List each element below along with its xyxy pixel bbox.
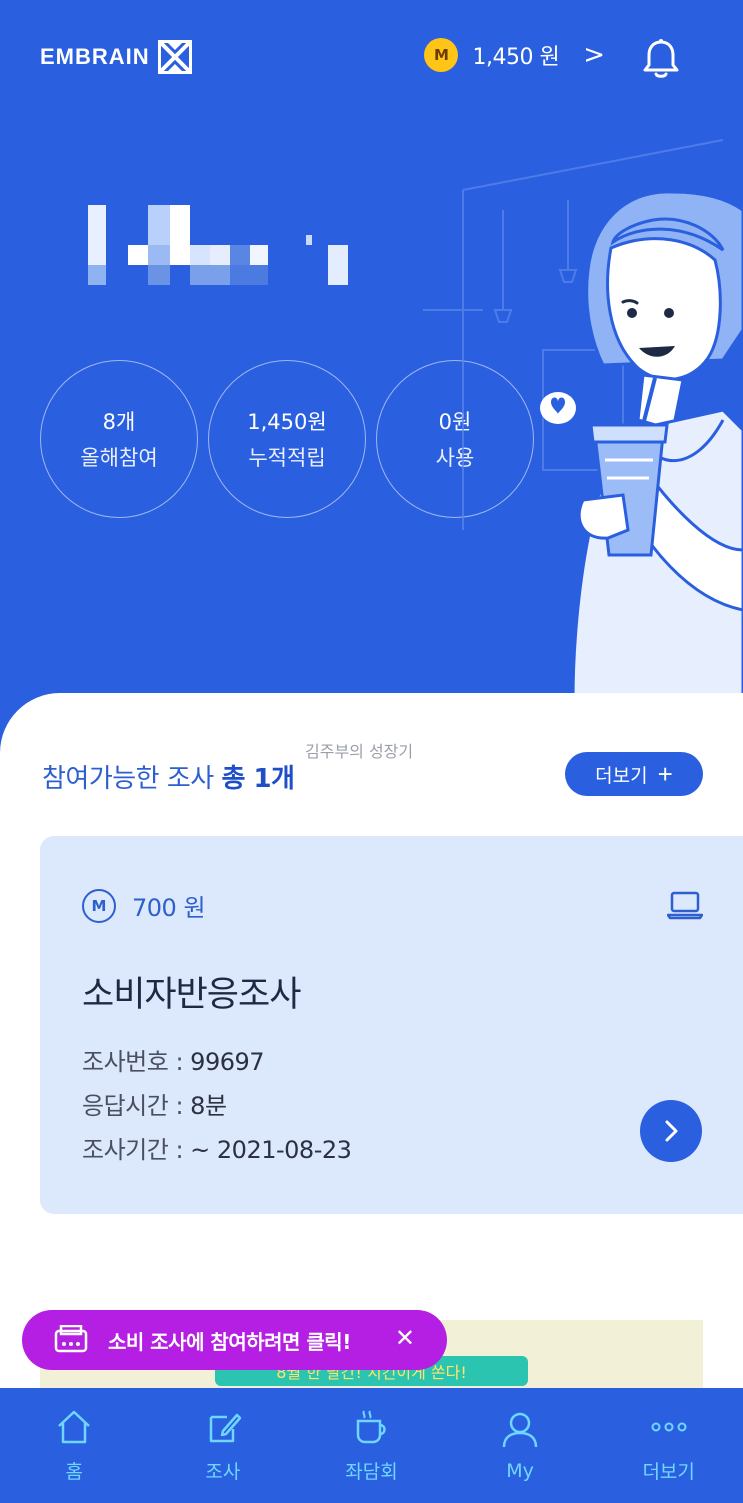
nav-my[interactable]: My xyxy=(446,1388,595,1503)
stat-value: 1,450원 xyxy=(247,410,327,434)
hero-section: EMBRAIN M 1,450 원 > 8개 올해참여 1,450원 누적적립 … xyxy=(0,0,743,760)
nav-label: 조사 xyxy=(205,1461,241,1483)
meta-value: ~ 2021-08-23 xyxy=(190,1136,352,1164)
stat-value: 8개 xyxy=(102,410,136,434)
reward-amount: 700 원 xyxy=(132,894,206,922)
participate-toast[interactable]: 소비 조사에 참여하려면 클릭! ✕ xyxy=(22,1310,447,1370)
more-icon xyxy=(651,1422,687,1432)
heading-count: 총 1개 xyxy=(221,764,295,794)
nav-more[interactable]: 더보기 xyxy=(594,1388,743,1503)
survey-period: 조사기간 : ~ 2021-08-23 xyxy=(82,1130,352,1165)
survey-icon xyxy=(209,1413,242,1443)
more-surveys-button[interactable]: 더보기 + xyxy=(565,752,703,796)
nav-survey[interactable]: 조사 xyxy=(149,1388,298,1503)
nav-label: My xyxy=(506,1459,534,1482)
notification-button[interactable] xyxy=(641,38,681,84)
watermark-text: 김주부의 성장기 xyxy=(305,742,414,761)
survey-duration: 응답시간 : 8분 xyxy=(82,1086,227,1121)
laptop-icon xyxy=(667,891,703,920)
nav-roundtable[interactable]: 좌담회 xyxy=(297,1388,446,1503)
heading-text: 참여가능한 조사 xyxy=(42,764,214,794)
survey-card[interactable]: M 700 원 소비자반응조사 조사번호 : 99697 응답시간 : 8분 조… xyxy=(40,836,743,1214)
nav-label: 홈 xyxy=(65,1461,84,1483)
meta-key: 조사기간 : xyxy=(82,1136,191,1164)
stat-participation[interactable]: 8개 올해참여 xyxy=(40,360,198,518)
chevron-right-icon: > xyxy=(583,40,605,70)
survey-title: 소비자반응조사 xyxy=(82,975,301,1015)
cup-icon xyxy=(357,1410,387,1444)
embrain-logo[interactable]: EMBRAIN xyxy=(40,40,192,74)
chevron-right-icon xyxy=(665,1120,678,1142)
available-surveys-heading: 참여가능한 조사 총 1개 xyxy=(42,758,295,795)
close-icon[interactable]: ✕ xyxy=(395,1324,415,1352)
survey-reward: M 700 원 xyxy=(82,888,206,923)
more-label: 더보기 xyxy=(595,765,648,787)
start-survey-button[interactable] xyxy=(640,1100,702,1162)
home-icon xyxy=(58,1410,91,1444)
brand-name: EMBRAIN xyxy=(40,44,150,69)
toast-message: 소비 조사에 참여하려면 클릭! xyxy=(108,1329,351,1354)
bottom-navigation: 홈 조사 좌담회 My 더보기 xyxy=(0,1388,743,1503)
stat-label: 누적적립 xyxy=(248,446,326,470)
woman-drinking-illustration xyxy=(423,139,743,700)
username-mosaic xyxy=(88,205,348,285)
nav-label: 좌담회 xyxy=(345,1461,398,1483)
points-summary[interactable]: M 1,450 원 > xyxy=(424,38,605,72)
points-balance: 1,450 원 xyxy=(472,45,560,70)
bell-icon xyxy=(643,39,679,78)
register-icon xyxy=(54,1325,88,1353)
user-icon xyxy=(502,1412,538,1447)
coin-icon: M xyxy=(424,38,459,72)
meta-key: 응답시간 : xyxy=(82,1092,191,1120)
stat-accumulated[interactable]: 1,450원 누적적립 xyxy=(208,360,366,518)
stat-label: 올해참여 xyxy=(80,446,158,470)
nav-label: 더보기 xyxy=(642,1461,695,1483)
meta-value: 99697 xyxy=(190,1048,265,1076)
survey-number: 조사번호 : 99697 xyxy=(82,1042,265,1077)
coin-outline-icon: M xyxy=(82,888,116,923)
plus-icon: + xyxy=(657,759,673,789)
nav-home[interactable]: 홈 xyxy=(0,1388,149,1503)
meta-value: 8분 xyxy=(190,1092,227,1120)
logo-mark-icon xyxy=(157,40,192,74)
meta-key: 조사번호 : xyxy=(82,1048,191,1076)
